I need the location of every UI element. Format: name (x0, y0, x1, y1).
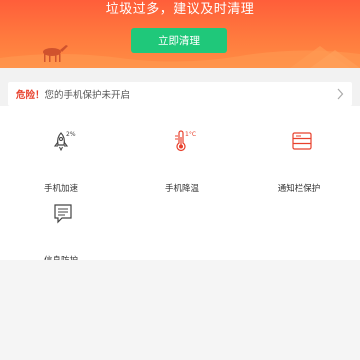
notification-bar-icon (292, 132, 312, 150)
message-icon (54, 204, 72, 224)
feature-phone-speedup[interactable]: 2% 手机加速 (16, 130, 106, 194)
feature-grid: 2% 手机加速 1°C 手机降温 通知栏保护 信息防护 (0, 106, 360, 266)
clean-now-button[interactable]: 立即清理 (131, 28, 227, 53)
feature-label: 手机加速 (43, 184, 78, 194)
protection-warning-bar[interactable]: 危险！您的手机保护未开启 (8, 82, 352, 106)
warning-message: 您的手机保护未开启 (44, 90, 131, 101)
feature-phone-cooling[interactable]: 1°C 手机降温 (137, 130, 227, 194)
hero-banner: 垃圾过多，建议及时清理 立即清理 (0, 0, 360, 68)
rocket-icon: 2% (53, 131, 76, 152)
hero-title: 垃圾过多，建议及时清理 (105, 2, 255, 17)
cooling-badge: 1°C (185, 131, 196, 138)
chevron-right-icon (337, 88, 344, 100)
feature-label: 通知栏保护 (277, 184, 321, 194)
feature-message-protect[interactable]: 信息防护 (16, 202, 106, 266)
warning-text: 危险！您的手机保护未开启 (16, 87, 130, 101)
feature-notification-protect[interactable]: 通知栏保护 (254, 130, 344, 194)
empty-area (0, 260, 360, 360)
danger-label: 危险！ (16, 90, 45, 101)
speedup-badge: 2% (66, 131, 76, 138)
thermometer-icon: 1°C (175, 130, 196, 151)
feature-label: 手机降温 (164, 184, 199, 194)
